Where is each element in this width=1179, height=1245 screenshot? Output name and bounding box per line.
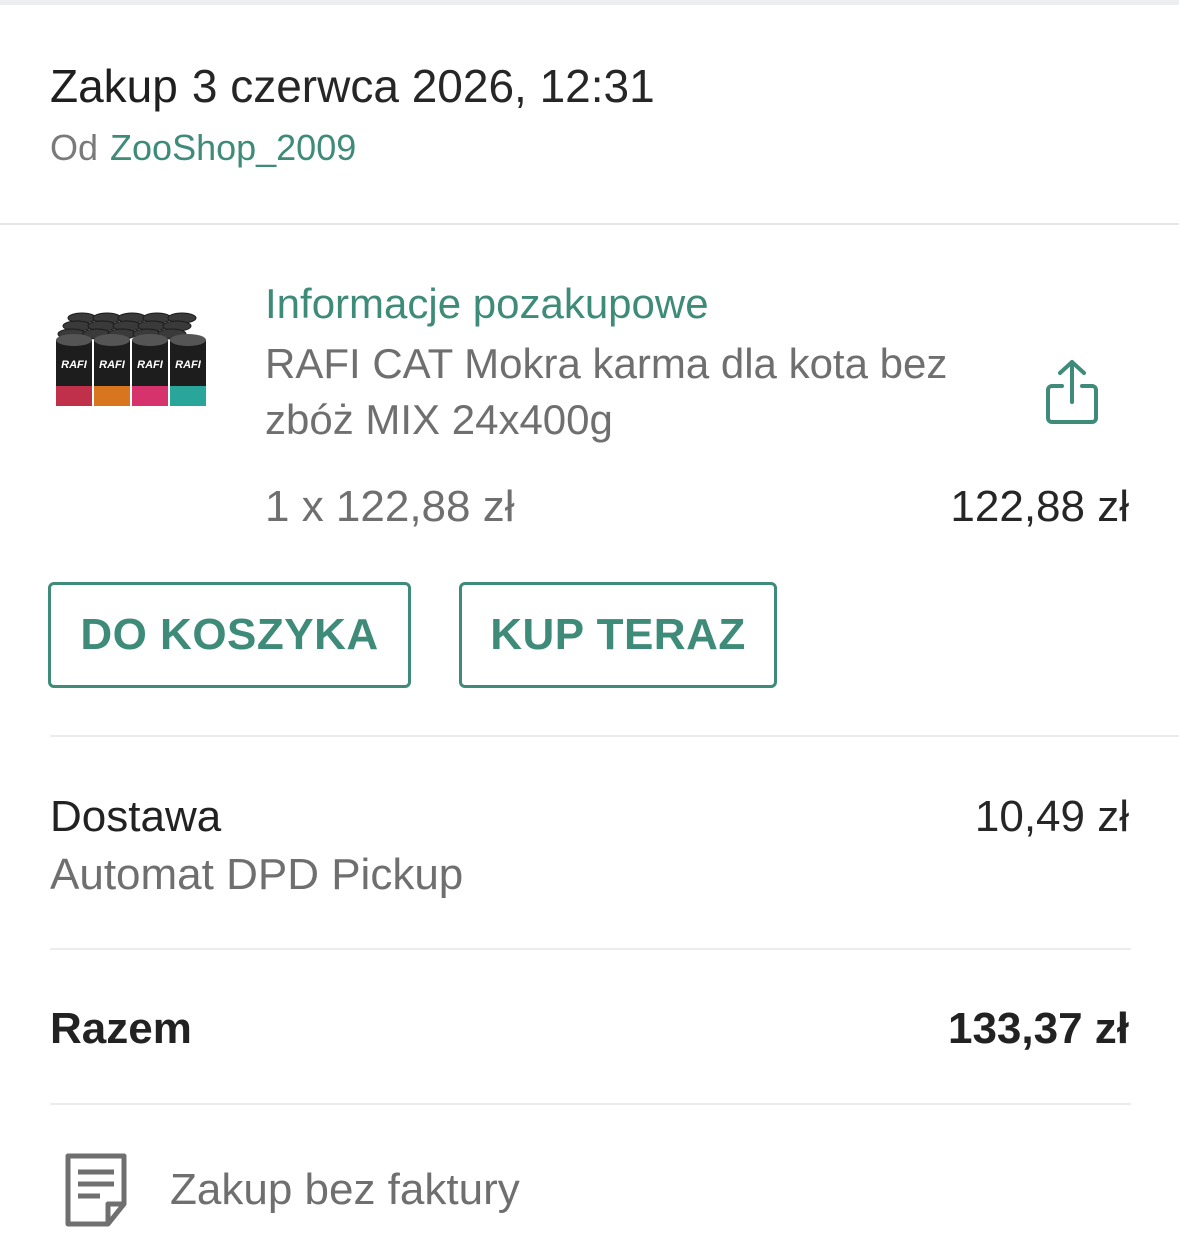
can-brand-label: RAFI xyxy=(175,359,202,371)
document-icon xyxy=(64,1152,128,1228)
seller-prefix: Od xyxy=(50,127,99,168)
invoice-status: Zakup bez faktury xyxy=(170,1165,520,1214)
can-brand-label: RAFI xyxy=(99,359,126,371)
line-total: 122,88 zł xyxy=(950,482,1129,531)
can-brand-label: RAFI xyxy=(137,359,164,371)
total-price: 133,37 zł xyxy=(947,1004,1129,1053)
delivery-label: Dostawa xyxy=(50,792,222,841)
seller-link[interactable]: ZooShop_2009 xyxy=(110,127,356,168)
share-icon xyxy=(1046,360,1098,424)
delivery-method: Automat DPD Pickup xyxy=(50,850,464,899)
total-label: Razem xyxy=(50,1004,192,1053)
can-brand-label: RAFI xyxy=(61,359,88,371)
purchase-title: Zakup 3 czerwca 2026, 12:31 xyxy=(50,58,655,114)
purchase-title-word: Zakup xyxy=(50,60,178,112)
product-image[interactable]: RAFI RAFI RAFI RAFI xyxy=(52,306,212,416)
product-cans-image: RAFI RAFI RAFI RAFI xyxy=(56,312,206,406)
add-to-cart-button[interactable]: DO KOSZYKA xyxy=(48,582,411,688)
header-divider xyxy=(0,223,1179,225)
purchase-date: 3 czerwca 2026, 12:31 xyxy=(191,60,655,112)
share-button[interactable] xyxy=(1040,356,1104,428)
delivery-price: 10,49 zł xyxy=(974,792,1129,841)
divider xyxy=(50,1103,1131,1105)
divider xyxy=(50,735,1179,737)
quantity-price: 1 x 122,88 zł xyxy=(265,482,515,531)
product-name[interactable]: RAFI CAT Mokra karma dla kota bez zbóż M… xyxy=(265,336,965,448)
purchase-header: Zakup 3 czerwca 2026, 12:31 Od ZooShop_200… xyxy=(50,58,655,170)
post-purchase-info-link[interactable]: Informacje pozakupowe xyxy=(265,278,709,330)
top-strip xyxy=(0,0,1179,5)
seller-line: Od ZooShop_2009 xyxy=(50,126,655,170)
divider xyxy=(50,948,1131,950)
buy-now-button[interactable]: KUP TERAZ xyxy=(459,582,777,688)
